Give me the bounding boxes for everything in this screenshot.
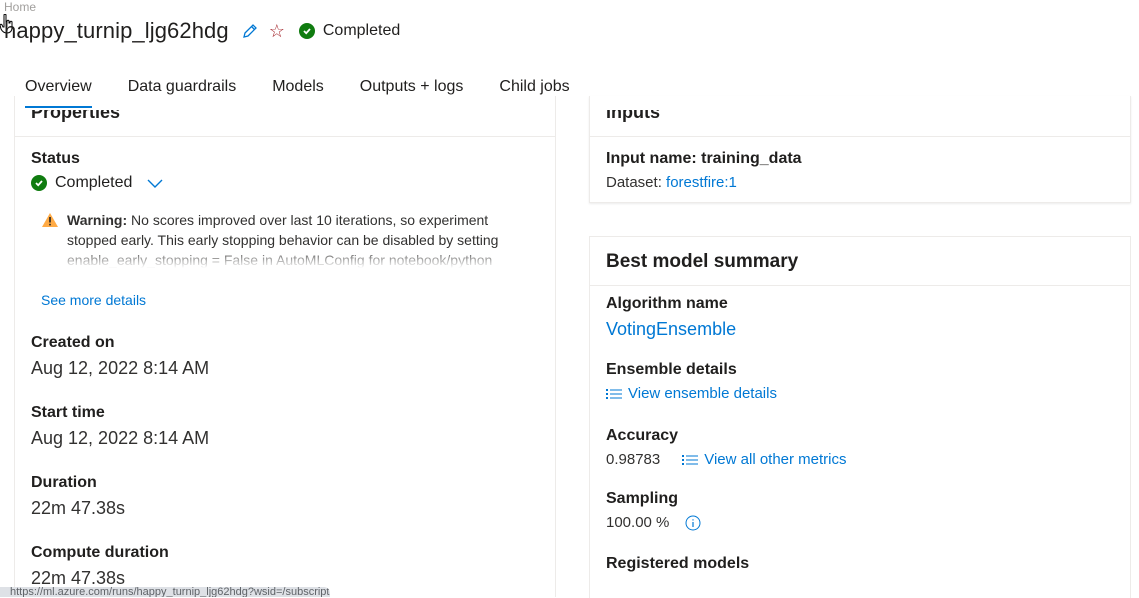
- compute-duration-value: 22m 47.38s: [31, 568, 126, 588]
- ensemble-label: Ensemble details: [606, 361, 737, 378]
- registered-models-label: Registered models: [606, 555, 750, 572]
- status-value-row: Completed: [31, 174, 164, 192]
- dataset-row: Dataset: forestfire:1: [606, 174, 737, 191]
- properties-title: Properties: [31, 102, 121, 122]
- accuracy-value: 0.98783: [606, 451, 661, 468]
- status-value: Completed: [55, 174, 133, 191]
- chevron-down-icon[interactable]: [146, 177, 164, 189]
- favorite-star-icon[interactable]: ☆: [269, 22, 285, 40]
- warning-message: Warning: No scores improved over last 10…: [41, 210, 541, 268]
- header-status: Completed: [298, 22, 401, 40]
- duration-field: Duration 22m 47.38s: [31, 474, 125, 519]
- sampling-row: 100.00 %: [606, 514, 701, 531]
- accuracy-label: Accuracy: [606, 427, 679, 444]
- ensemble-link-row: View ensemble details: [606, 385, 777, 405]
- best-model-title: Best model summary: [606, 251, 799, 272]
- compute-duration-label: Compute duration: [31, 544, 169, 561]
- warning-bold: Warning:: [67, 212, 128, 228]
- inputs-title: Inputs: [606, 102, 660, 122]
- divider: [590, 285, 1130, 286]
- algorithm-label: Algorithm name: [606, 295, 728, 312]
- view-all-metrics-text: View all other metrics: [704, 451, 847, 468]
- header-status-text: Completed: [322, 22, 401, 39]
- duration-value: 22m 47.38s: [31, 498, 126, 518]
- sampling-field: Sampling 100.00 %: [606, 490, 701, 531]
- accuracy-row: 0.98783 View all other metrics: [606, 451, 847, 468]
- accuracy-field: Accuracy 0.98783 View all other metrics: [606, 427, 847, 468]
- start-time-value: Aug 12, 2022 8:14 AM: [31, 428, 210, 448]
- created-on-label: Created on: [31, 334, 115, 351]
- dataset-label: Dataset:: [606, 174, 667, 191]
- dataset-link[interactable]: forestfire:1: [666, 174, 737, 191]
- sampling-label: Sampling: [606, 490, 679, 507]
- start-time-field: Start time Aug 12, 2022 8:14 AM: [31, 404, 209, 449]
- job-title: happy_turnip_ljg62hdg: [4, 18, 229, 43]
- compute-duration-field: Compute duration 22m 47.38s: [31, 544, 169, 589]
- ensemble-field: Ensemble details View ensemble details: [606, 361, 777, 405]
- view-ensemble-details-text: View ensemble details: [628, 385, 777, 402]
- algorithm-link[interactable]: VotingEnsemble: [606, 319, 736, 340]
- list-icon: [682, 454, 699, 465]
- divider: [590, 136, 1130, 137]
- view-ensemble-details-link[interactable]: View ensemble details: [606, 385, 777, 402]
- warning-icon: [42, 213, 58, 227]
- status-section: Status Completed: [31, 150, 164, 192]
- best-model-summary-panel: Best model summary Algorithm name Voting…: [589, 236, 1131, 598]
- divider: [15, 136, 555, 137]
- see-more-details-link[interactable]: See more details: [41, 292, 146, 308]
- browser-status-bar: https://ml.azure.com/runs/happy_turnip_l…: [0, 587, 330, 597]
- inputs-panel: Inputs Input name: training_data Dataset…: [589, 96, 1131, 203]
- success-check-icon: [298, 23, 315, 39]
- status-label: Status: [31, 150, 80, 167]
- job-header: happy_turnip_ljg62hdg ☆ Completed: [0, 16, 400, 46]
- properties-panel: Properties Status Completed Warning: No …: [14, 96, 556, 597]
- algorithm-field: Algorithm name VotingEnsemble: [606, 295, 736, 340]
- sampling-value: 100.00 %: [606, 514, 670, 531]
- created-on-field: Created on Aug 12, 2022 8:14 AM: [31, 334, 209, 379]
- status-url: https://ml.azure.com/runs/happy_turnip_l…: [10, 587, 330, 597]
- input-name: Input name: training_data: [606, 150, 802, 167]
- success-check-icon: [31, 175, 47, 191]
- info-icon[interactable]: [685, 515, 701, 531]
- duration-label: Duration: [31, 474, 97, 491]
- start-time-label: Start time: [31, 404, 105, 421]
- breadcrumb[interactable]: Home: [4, 0, 36, 14]
- created-on-value: Aug 12, 2022 8:14 AM: [31, 358, 210, 378]
- list-icon: [606, 388, 622, 399]
- view-all-metrics-link[interactable]: View all other metrics: [682, 451, 847, 468]
- edit-pencil-icon[interactable]: [241, 22, 259, 40]
- registered-models-field: Registered models: [606, 555, 749, 573]
- warning-fade: [41, 248, 541, 268]
